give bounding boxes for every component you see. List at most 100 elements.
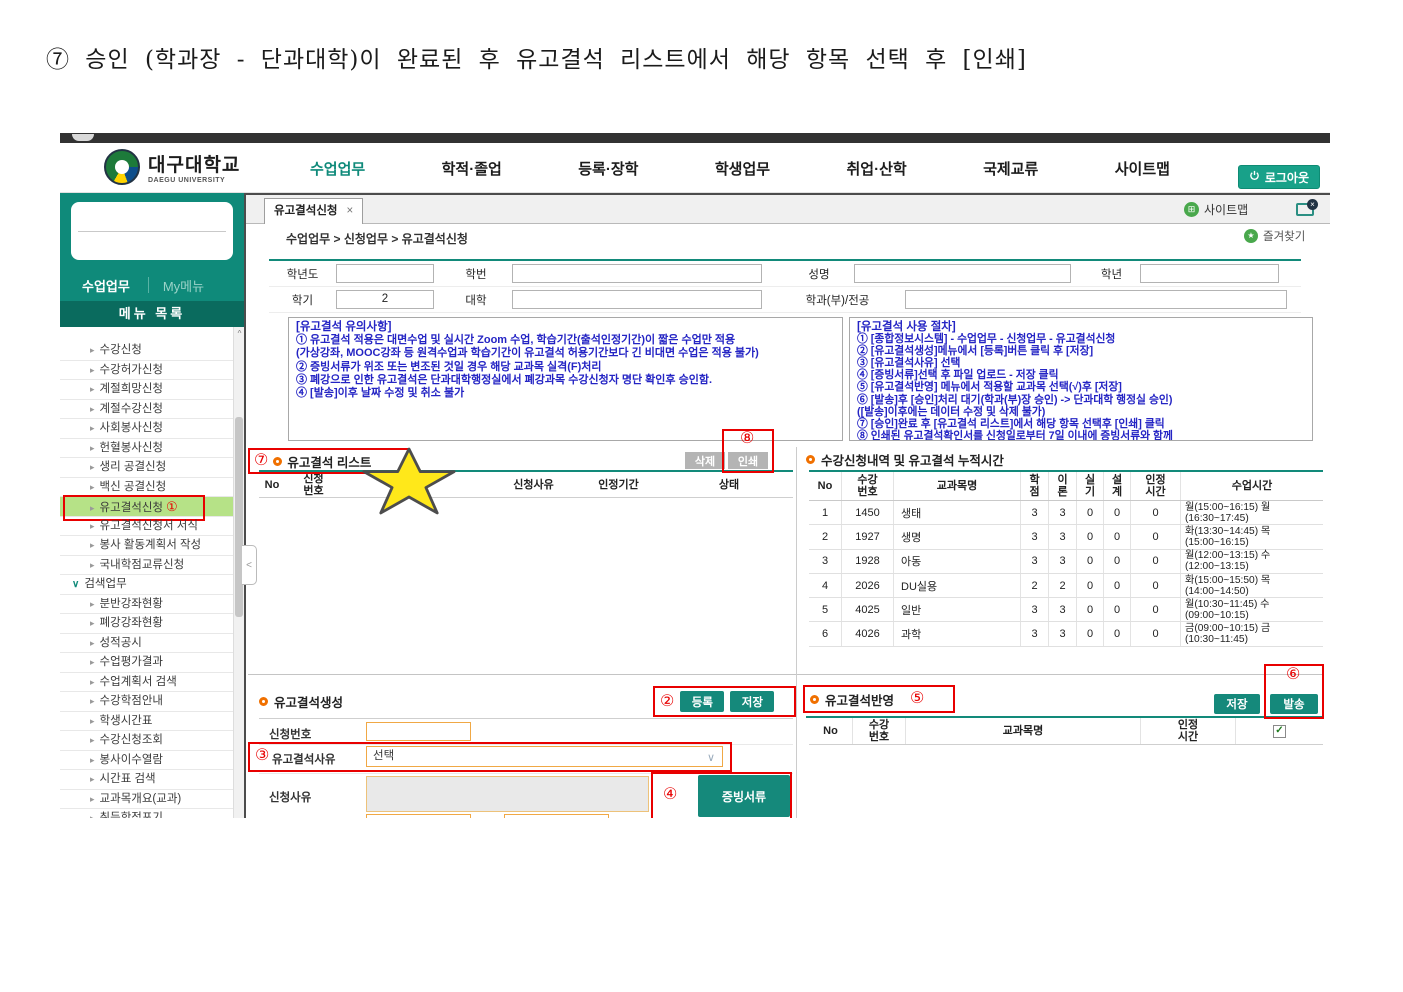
register-button[interactable]: 등록 bbox=[680, 691, 724, 712]
year-input[interactable] bbox=[336, 264, 434, 283]
enrollment-row: 5 4025 일반 3 3 0 0 0 월(10:30~11:45) 수(09:… bbox=[809, 598, 1323, 622]
grade-input[interactable] bbox=[1140, 264, 1279, 283]
sidebar-menu-item[interactable]: 시간표 검색 bbox=[60, 770, 244, 790]
sidebar-menu-item[interactable]: 성적공시 bbox=[60, 634, 244, 654]
close-window-icon[interactable] bbox=[1296, 203, 1314, 216]
annotation-badge-4: ④ bbox=[663, 787, 677, 803]
tab-absence-application[interactable]: 유고결석신청× bbox=[264, 198, 363, 224]
delete-button[interactable]: 삭제 bbox=[685, 452, 725, 469]
annotation-badge-5: ⑤ bbox=[910, 691, 924, 707]
sidebar-menu-item[interactable]: 생리 공결신청 bbox=[60, 458, 244, 478]
apply-save-button[interactable]: 저장 bbox=[1214, 694, 1260, 714]
sidebar-menu-item[interactable]: 수강신청 bbox=[60, 341, 244, 361]
sidebar-menu-item[interactable]: 봉사 활동계획서 작성 bbox=[60, 536, 244, 556]
section-divider bbox=[248, 674, 1323, 675]
col-appno: 신청 번호 bbox=[285, 472, 342, 497]
notice-line: ⑥ [발송]후 [승인]처리 대기(학과(부)장 승인) -> 단과대학 행정실… bbox=[857, 394, 1305, 406]
col-period: 인정기간 bbox=[572, 472, 665, 497]
nav-item[interactable]: 학생업무 bbox=[715, 158, 770, 179]
university-name-en: DAEGU UNIVERSITY bbox=[148, 177, 240, 184]
sidebar-menu-item[interactable]: 취득학점포기 bbox=[60, 809, 244, 818]
arrow-icon bbox=[90, 656, 100, 668]
period-start-input[interactable] bbox=[366, 814, 471, 818]
arrow-icon bbox=[90, 637, 100, 649]
nav-item[interactable]: 수업업무 bbox=[310, 158, 365, 179]
sidebar-menu-item[interactable]: 유고결석신청서 서식 bbox=[60, 517, 244, 537]
notice-line: ④ [발송]이후 날짜 수정 및 취소 불가 bbox=[296, 387, 835, 400]
year-label: 학년도 bbox=[269, 266, 336, 282]
favorite-button[interactable]: 즐겨찾기 bbox=[1244, 228, 1305, 244]
app-header: 대구대학교 DAEGU UNIVERSITY 수업업무 학적·졸업 등록·장학 … bbox=[60, 143, 1330, 193]
arrow-icon bbox=[90, 403, 100, 415]
evidence-button[interactable]: 증빙서류 bbox=[698, 775, 790, 817]
sidebar-menu-item[interactable]: 유고결석신청① bbox=[60, 497, 244, 517]
sidebar-tab-main[interactable]: 수업업무 bbox=[82, 276, 130, 295]
sitemap-link[interactable]: 사이트맵 bbox=[1184, 201, 1248, 218]
detail-reason-textarea[interactable] bbox=[366, 776, 649, 812]
sidebar-menu-item[interactable]: 국내학점교류신청 bbox=[60, 556, 244, 576]
send-button[interactable]: 발송 bbox=[1270, 694, 1318, 714]
sitemap-icon bbox=[1184, 202, 1199, 217]
logout-button[interactable]: 로그아웃 bbox=[1238, 165, 1320, 189]
arrow-icon bbox=[90, 559, 100, 571]
sidebar-menu-item[interactable]: 수강학점안내 bbox=[60, 692, 244, 712]
annotation-badge-3: ③ bbox=[255, 748, 269, 764]
sidebar-menu-item[interactable]: 수강허가신청 bbox=[60, 361, 244, 381]
sidebar-tab-mymenu[interactable]: My메뉴 bbox=[163, 276, 204, 295]
sidebar-menu-item[interactable]: 봉사이수열람 bbox=[60, 751, 244, 771]
nav-item[interactable]: 등록·장학 bbox=[578, 158, 638, 179]
arrow-icon bbox=[90, 344, 100, 356]
sidebar-menu-item[interactable]: 수업계획서 검색 bbox=[60, 673, 244, 693]
window-notch bbox=[72, 134, 94, 141]
arrow-icon bbox=[90, 793, 100, 805]
sidebar-menu-item[interactable]: 분반강좌현황 bbox=[60, 595, 244, 615]
enrollment-row: 4 2026 DU실용 2 2 0 0 0 화(15:00~15:50) 목(1… bbox=[809, 574, 1323, 598]
sidebar-menu-item[interactable]: 계절희망신청 bbox=[60, 380, 244, 400]
favorite-star-icon bbox=[1244, 229, 1258, 243]
sidebar-menu-item[interactable]: 헌혈봉사신청 bbox=[60, 439, 244, 459]
breadcrumb: 수업업무 > 신청업무 > 유고결석신청 bbox=[286, 230, 468, 247]
name-input[interactable] bbox=[854, 264, 1071, 283]
col-no: No bbox=[259, 472, 285, 497]
studentno-input[interactable] bbox=[512, 264, 762, 283]
sidebar-menu-item[interactable]: 계절수강신청 bbox=[60, 400, 244, 420]
absence-reason-select[interactable]: 선택 bbox=[366, 746, 723, 767]
sidebar-menu-item[interactable]: 수업평가결과 bbox=[60, 653, 244, 673]
sidebar-menu-item[interactable]: 수강신청조회 bbox=[60, 731, 244, 751]
save-button[interactable]: 저장 bbox=[730, 691, 774, 712]
notice-line: ② 증빙서류가 위조 또는 변조된 것일 경우 해당 교과목 실격(F)처리 bbox=[296, 361, 835, 374]
notice-line: ① [종합정보시스템] - 수업업무 - 신청업무 - 유고결석신청 bbox=[857, 333, 1305, 345]
nav-item[interactable]: 취업·산학 bbox=[847, 158, 907, 179]
arrow-icon bbox=[90, 461, 100, 473]
appno-input[interactable] bbox=[366, 722, 471, 741]
scrollbar-thumb[interactable] bbox=[235, 417, 243, 617]
nav-item[interactable]: 사이트맵 bbox=[1115, 158, 1170, 179]
period-end-input[interactable] bbox=[504, 814, 609, 818]
major-input[interactable] bbox=[905, 290, 1287, 309]
grade-label: 학년 bbox=[1083, 266, 1140, 282]
arrow-icon bbox=[90, 812, 100, 818]
sidebar-collapse-handle[interactable]: < bbox=[242, 545, 257, 585]
tab-close-icon[interactable]: × bbox=[346, 205, 353, 217]
arrow-icon bbox=[90, 539, 100, 551]
print-button[interactable]: 인쇄 bbox=[728, 452, 768, 469]
select-all-checkbox[interactable]: ✓ bbox=[1273, 725, 1286, 738]
semester-input[interactable]: 2 bbox=[336, 290, 434, 309]
apply-annotation-frame: 유고결석반영 ⑤ bbox=[803, 685, 955, 713]
absence-list-header: No 신청 번호 신청사유 인정기간 상태 bbox=[259, 472, 793, 498]
sidebar-menu-item[interactable]: 검색업무 bbox=[60, 575, 244, 595]
col-rectime: 인정 시간 bbox=[1141, 718, 1236, 744]
sidebar-menu-item[interactable]: 폐강강좌현황 bbox=[60, 614, 244, 634]
col-status: 상태 bbox=[665, 472, 793, 497]
content-pane: 유고결석신청× 사이트맵 수업업무 > 신청업무 > 유고결석신청 즐겨찾기 학… bbox=[244, 193, 1330, 818]
annotation-badge-1: ① bbox=[166, 499, 178, 514]
nav-item[interactable]: 학적·졸업 bbox=[442, 158, 502, 179]
sidebar-menu-item[interactable]: 백신 공결신청 bbox=[60, 478, 244, 498]
notice-line: ⑤ [유고결석반영] 메뉴에서 적용할 교과목 선택(√)후 [저장] bbox=[857, 381, 1305, 393]
sidebar-menu-item[interactable]: 교과목개요(교과) bbox=[60, 790, 244, 810]
sidebar-menu-item[interactable]: 사회봉사신청 bbox=[60, 419, 244, 439]
college-input[interactable] bbox=[512, 290, 762, 309]
enrollment-table: No 수강 번호 교과목명 학 점 이 론 실 기 설 계 인정 시간 수업시간… bbox=[809, 470, 1323, 647]
nav-item[interactable]: 국제교류 bbox=[983, 158, 1038, 179]
sidebar-menu-item[interactable]: 학생시간표 bbox=[60, 712, 244, 732]
